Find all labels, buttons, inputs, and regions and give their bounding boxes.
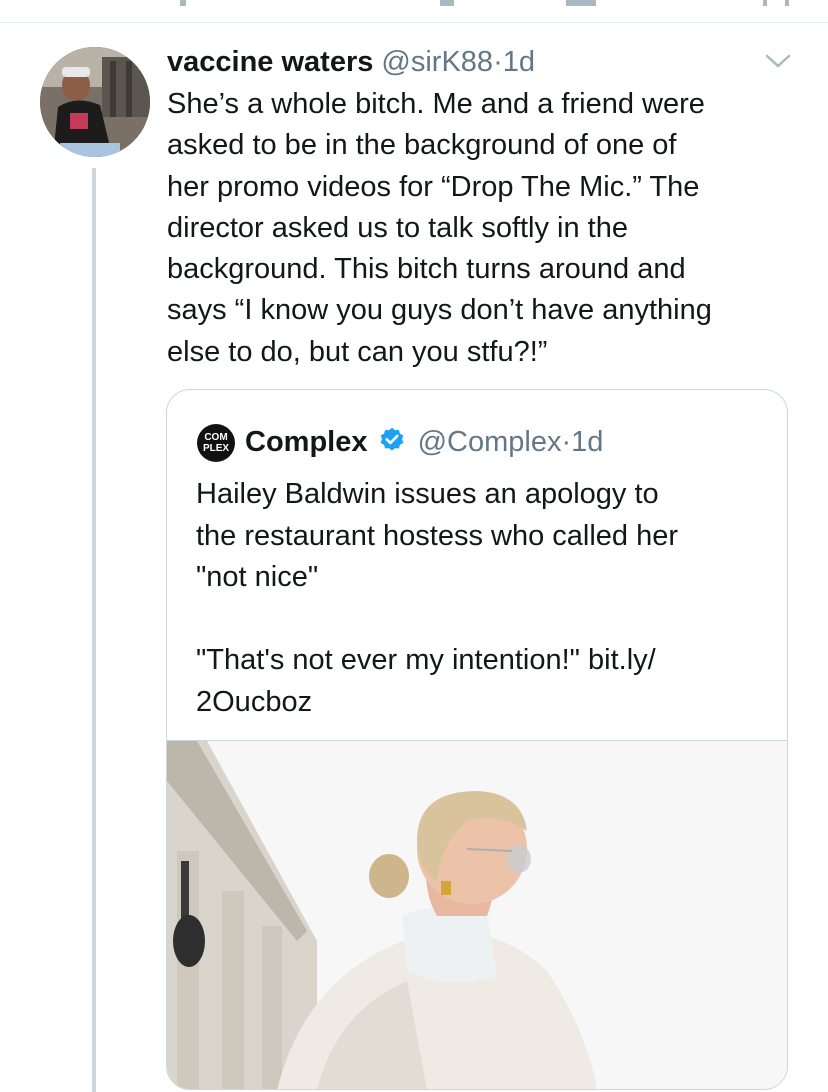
quoted-tweet-header: COM PLEX Complex @Complex·1d (197, 424, 777, 462)
tweet-text-line: her promo videos for “Drop The Mic.” The (167, 170, 700, 203)
quoted-text-link[interactable]: 2Oucboz (196, 682, 766, 724)
photo-woman-white-coat (167, 741, 787, 1089)
quoted-text-line: "not nice" (196, 561, 319, 593)
chevron-down-icon[interactable] (764, 52, 792, 70)
author-name[interactable]: vaccine waters (167, 46, 373, 78)
quoted-tweet-photo[interactable] (167, 740, 787, 1089)
quoted-text-line: Hailey Baldwin issues an apology to (196, 478, 659, 510)
tweet-text-line: director asked us to talk softly in the (167, 211, 628, 244)
previous-tweet-actions-edge (0, 0, 828, 23)
tweet-text-line: else to do, but can you stfu?!” (167, 335, 548, 368)
quoted-author-meta: Complex @Complex·1d (245, 424, 603, 460)
complex-logo-avatar[interactable]: COM PLEX (197, 424, 235, 462)
quoted-text-line: "That's not ever my intention!" bit.ly/ (196, 644, 656, 676)
quoted-author-name[interactable]: Complex (245, 426, 367, 458)
separator-dot: · (493, 46, 503, 78)
quoted-author-handle[interactable]: @Complex (418, 426, 562, 458)
avatar[interactable] (40, 47, 150, 157)
quoted-timestamp: 1d (571, 426, 604, 458)
quoted-tweet-body: Hailey Baldwin issues an apology to the … (196, 474, 766, 723)
tweet-body: She’s a whole bitch. Me and a friend wer… (167, 84, 797, 373)
tweet-text-line: She’s a whole bitch. Me and a friend wer… (167, 88, 705, 120)
quoted-text-line (196, 599, 766, 641)
tweet-text-line: background. This bitch turns around and (167, 253, 686, 286)
quoted-text-line: the restaurant hostess who called her (196, 519, 678, 552)
tweet-text-line: asked to be in the background of one of (167, 129, 677, 162)
tweet-text-line: says “I know you guys don’t have anythin… (167, 294, 712, 327)
quoted-tweet-card[interactable]: COM PLEX Complex @Complex·1d Hailey Bald… (166, 389, 788, 1090)
tweet-timestamp[interactable]: 1d (503, 46, 535, 78)
tweet-header: vaccine waters @sirK88·1d (167, 44, 767, 80)
logo-text-top: COM (204, 432, 228, 443)
separator-dot: · (561, 426, 572, 458)
logo-text-bottom: PLEX (202, 443, 230, 454)
thread-connector-line (92, 168, 96, 1092)
avatar-photo (40, 47, 150, 157)
author-handle[interactable]: @sirK88 (381, 46, 493, 78)
verified-badge-icon (380, 428, 403, 451)
